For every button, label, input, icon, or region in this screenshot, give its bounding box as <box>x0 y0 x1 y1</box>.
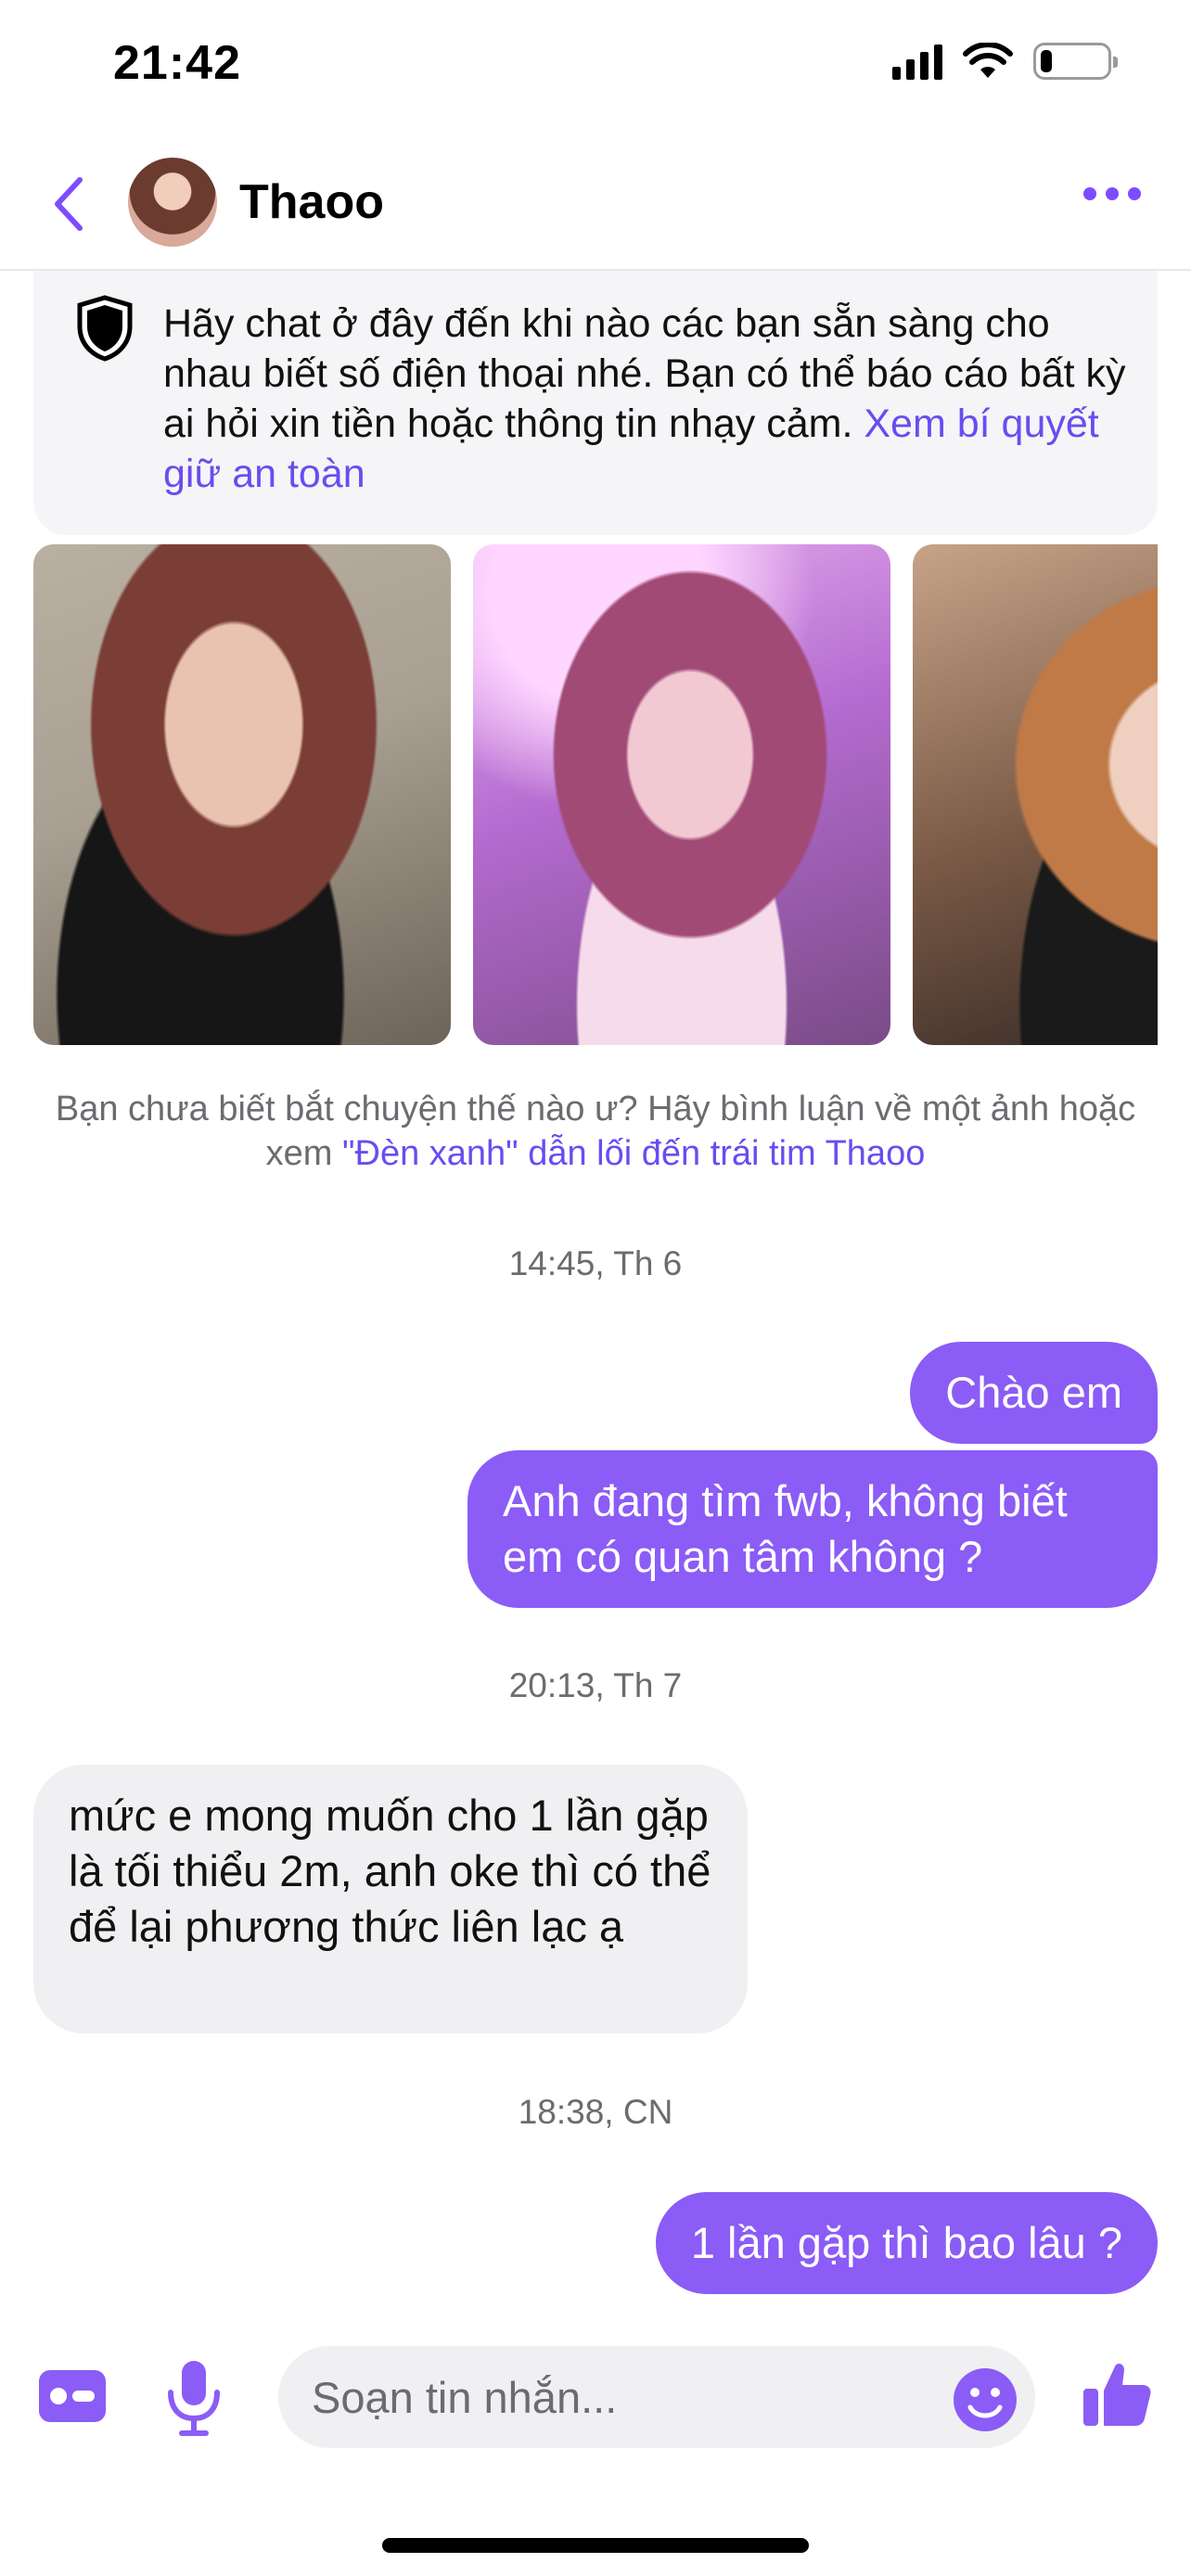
profile-photo[interactable] <box>473 544 890 1045</box>
incoming-message[interactable]: mức e mong muốn cho 1 lần gặp là tối thi… <box>33 1765 748 2034</box>
signal-icon <box>892 43 942 80</box>
status-icons <box>892 43 1118 80</box>
avatar[interactable] <box>128 158 217 247</box>
profile-photo-strip[interactable] <box>33 544 1158 1045</box>
message-timestamp: 14:45, Th 6 <box>508 1244 683 1282</box>
conversation-starter-hint: Bạn chưa biết bắt chuyện thế nào ư? Hãy … <box>33 1087 1158 1176</box>
profile-photo[interactable] <box>33 544 451 1045</box>
green-light-link[interactable]: "Đèn xanh" dẫn lối đến trái tim Thaoo <box>342 1134 925 1173</box>
wifi-icon <box>963 43 1013 78</box>
back-button[interactable] <box>41 167 96 241</box>
contact-name[interactable]: Thaoo <box>239 174 384 230</box>
message-composer <box>0 2337 1191 2462</box>
message-timestamp: 18:38, CN <box>518 2093 673 2131</box>
safety-notice-text: Hãy chat ở đây đến khi nào các bạn sẵn s… <box>163 299 1146 499</box>
battery-icon <box>1033 43 1118 80</box>
message-timestamp: 20:13, Th 7 <box>508 1666 683 1704</box>
microphone-icon[interactable] <box>165 2359 223 2437</box>
outgoing-message[interactable]: Anh đang tìm fwb, không biết em có quan … <box>467 1450 1158 1608</box>
safety-notice: Hãy chat ở đây đến khi nào các bạn sẵn s… <box>33 271 1158 535</box>
profile-card-icon[interactable] <box>37 2368 108 2424</box>
shield-icon <box>77 295 133 362</box>
thumbs-up-icon[interactable] <box>1082 2359 1152 2429</box>
battery-level <box>1041 50 1052 72</box>
chat-header: Thaoo <box>0 139 1191 271</box>
emoji-icon[interactable] <box>952 2366 1018 2433</box>
more-icon[interactable] <box>1083 187 1141 200</box>
status-bar: 21:42 <box>0 0 1191 130</box>
chevron-left-icon <box>55 177 83 231</box>
outgoing-message[interactable]: Chào em <box>910 1342 1158 1444</box>
outgoing-message[interactable]: 1 lần gặp thì bao lâu ? <box>655 2192 1158 2294</box>
home-indicator <box>382 2538 809 2553</box>
profile-photo[interactable] <box>913 544 1158 1045</box>
message-input[interactable] <box>278 2346 1035 2448</box>
status-time: 21:42 <box>113 36 241 90</box>
